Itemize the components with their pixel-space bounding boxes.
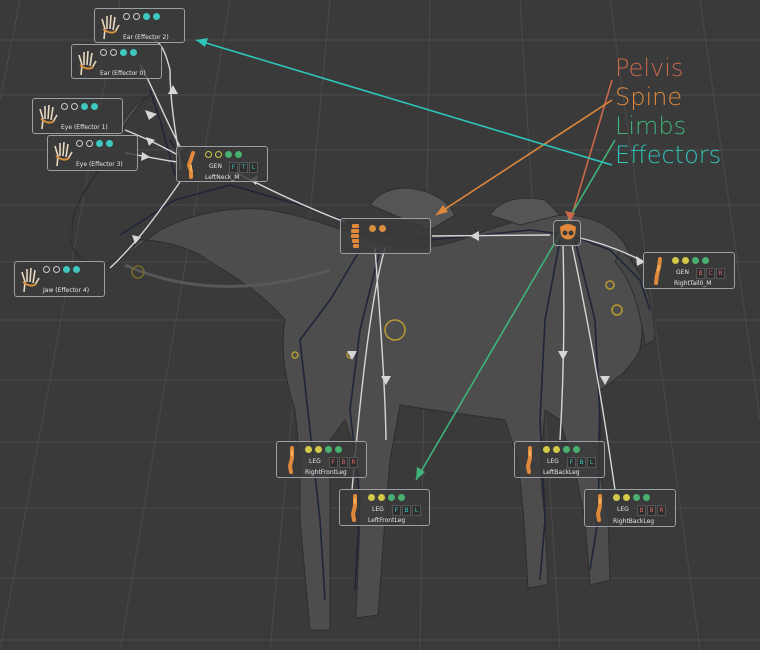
- node-rightbackleg[interactable]: LEG B B R RightBackLeg: [584, 489, 676, 527]
- chip-1[interactable]: F: [392, 505, 401, 516]
- chip-1[interactable]: F: [329, 457, 338, 468]
- chip-1[interactable]: B: [696, 268, 705, 279]
- chip-3[interactable]: R: [657, 505, 666, 516]
- node-label: RightBackLeg: [613, 518, 655, 525]
- node-type-tag: LEG: [309, 458, 321, 465]
- node-type-tag: LEG: [372, 506, 384, 513]
- node-label: LeftFrontLeg: [368, 517, 406, 524]
- node-jaw-effector-4[interactable]: Jaw (Effector 4): [14, 261, 105, 297]
- node-label: RightTail0_M: [674, 280, 712, 287]
- node-eye-effector-1[interactable]: Eye (Effector 1): [32, 98, 123, 134]
- leg-bone-icon: [525, 446, 532, 474]
- node-type-tag: LEG: [617, 506, 629, 513]
- chip-2[interactable]: B: [339, 457, 348, 468]
- leg-bone-icon: [350, 494, 357, 522]
- node-label: Eye (Effector 1): [61, 124, 108, 131]
- node-label: Eye (Effector 3): [76, 161, 123, 168]
- node-spine[interactable]: [340, 218, 431, 254]
- chip-3[interactable]: L: [587, 457, 596, 468]
- chip-1[interactable]: F: [567, 457, 576, 468]
- pelvis-arrow: [569, 79, 613, 223]
- legend-pelvis: Pelvis: [615, 54, 684, 82]
- horse-model: [69, 94, 656, 631]
- leg-bone-icon: [287, 446, 294, 474]
- hand-icon: [54, 141, 73, 167]
- chip-3[interactable]: L: [249, 162, 258, 173]
- chip-2[interactable]: B: [647, 505, 656, 516]
- leg-bone-icon: [595, 494, 602, 522]
- chip-3[interactable]: R: [349, 457, 358, 468]
- node-label: Ear (Effector 0): [100, 70, 146, 77]
- chip-1[interactable]: B: [637, 505, 646, 516]
- hand-icon: [39, 104, 58, 130]
- node-leftfrontleg[interactable]: LEG F B L LeftFrontLeg: [339, 489, 430, 526]
- hand-icon: [21, 267, 40, 293]
- chip-2[interactable]: B: [402, 505, 411, 516]
- node-leftneck[interactable]: GEN F T L LeftNeck_M: [176, 146, 268, 182]
- chip-2[interactable]: B: [577, 457, 586, 468]
- node-rightfrontleg[interactable]: LEG F B R RightFrontLeg: [276, 441, 367, 478]
- node-type-tag: GEN: [676, 269, 689, 276]
- node-leftbackleg[interactable]: LEG F B L LeftBackLeg: [514, 441, 605, 478]
- tail-bone-icon: [654, 257, 662, 285]
- node-ear-effector-0[interactable]: Ear (Effector 0): [71, 44, 162, 79]
- legend-spine: Spine: [615, 83, 683, 111]
- chip-2[interactable]: T: [239, 162, 248, 173]
- chip-3[interactable]: L: [412, 505, 421, 516]
- node-label: Jaw (Effector 4): [43, 287, 90, 294]
- node-label: RightFrontLeg: [305, 469, 347, 476]
- spine-icon: [351, 224, 359, 248]
- node-eye-effector-3[interactable]: Eye (Effector 3): [47, 135, 138, 171]
- node-label: LeftBackLeg: [543, 469, 580, 476]
- legend-effectors: Effectors: [615, 141, 722, 169]
- node-ear-effector-2[interactable]: Ear (Effector 2): [94, 8, 185, 43]
- node-pelvis[interactable]: [553, 220, 581, 246]
- node-righttail[interactable]: GEN B C R RightTail0_M: [643, 252, 735, 289]
- legend-limbs: Limbs: [615, 112, 687, 140]
- node-type-tag: LEG: [547, 458, 559, 465]
- chip-1[interactable]: F: [229, 162, 238, 173]
- chip-2[interactable]: C: [706, 268, 715, 279]
- chip-3[interactable]: R: [716, 268, 725, 279]
- node-label: Ear (Effector 2): [123, 34, 169, 41]
- neck-bone-icon: [186, 151, 195, 179]
- hand-icon: [78, 50, 97, 76]
- hand-icon: [101, 14, 120, 40]
- node-label: LeftNeck_M: [205, 174, 240, 181]
- viewport[interactable]: Pelvis Spine Limbs Effectors Ear (Effect…: [0, 0, 760, 650]
- node-type-tag: GEN: [209, 163, 222, 170]
- pelvis-icon: [560, 224, 576, 240]
